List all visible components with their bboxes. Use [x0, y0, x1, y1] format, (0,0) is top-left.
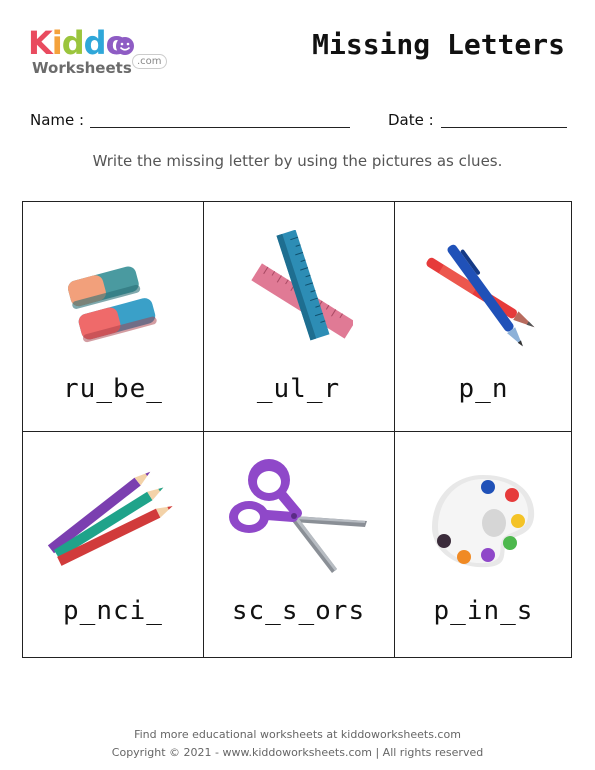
scissors-icon [229, 459, 367, 573]
missing-letter-word: _ul_r [256, 374, 341, 404]
logo-domain: .com [132, 54, 167, 69]
worksheet-grid: ru_be_ _ul_r p_n p_nci_ sc_s_ors p_in_s [22, 201, 572, 658]
card-3: p_n [394, 202, 573, 431]
logo-letter: i [51, 24, 63, 62]
card-5: sc_s_ors [203, 431, 394, 659]
pen-icon [426, 244, 535, 347]
card-2: _ul_r [203, 202, 394, 431]
missing-letter-word: ru_be_ [63, 374, 163, 404]
card-1: ru_be_ [23, 202, 203, 431]
logo-letter: K [28, 24, 53, 62]
date-line[interactable] [441, 127, 567, 128]
missing-letter-word: sc_s_ors [231, 596, 366, 626]
page-title: Missing Letters [312, 28, 565, 61]
card-6: p_in_s [394, 431, 573, 659]
paint-palette-icon [432, 475, 535, 568]
instructions: Write the missing letter by using the pi… [92, 152, 503, 170]
missing-letter-word: p_nci_ [63, 596, 163, 626]
smiley-face-icon [116, 37, 134, 55]
footer-promo: Find more educational worksheets at kidd… [134, 728, 461, 741]
pencil-icon [47, 471, 173, 566]
logo-letter: d [83, 24, 107, 62]
name-line[interactable] [90, 127, 350, 128]
missing-letter-word: p_n [458, 374, 509, 404]
ruler-icon [251, 230, 353, 341]
card-4: p_nci_ [23, 431, 203, 659]
eraser-icon [68, 266, 157, 343]
kiddo-worksheets-logo: Kiddo Worksheets .com [28, 26, 168, 78]
missing-letter-word: p_in_s [433, 596, 534, 626]
logo-wordmark: Kiddo [28, 24, 128, 62]
logo-subtitle: Worksheets [32, 59, 132, 77]
name-label: Name : [30, 111, 85, 129]
logo-letter: d [61, 24, 85, 62]
date-label: Date : [388, 111, 434, 129]
footer-copyright: Copyright © 2021 - www.kiddoworksheets.c… [111, 746, 484, 759]
